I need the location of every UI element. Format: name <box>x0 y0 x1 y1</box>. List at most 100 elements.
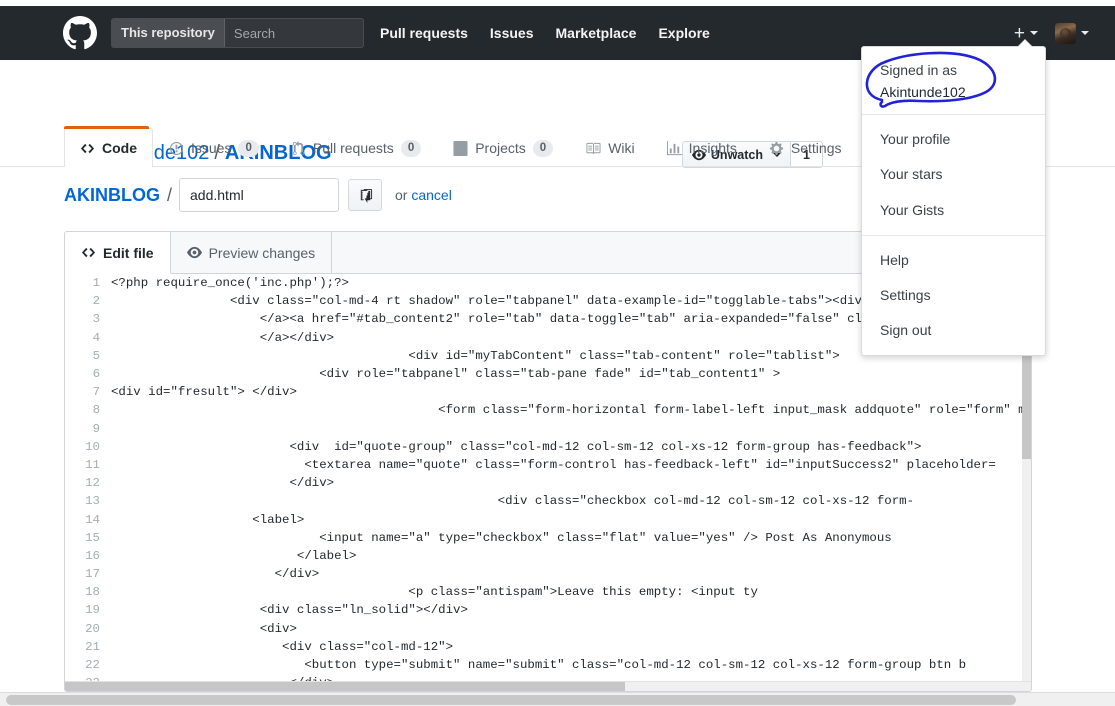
menu-item-settings[interactable]: Settings <box>862 278 1045 313</box>
signed-in-block: Signed in as Akintunde102 <box>862 47 1045 114</box>
line-number: 22 <box>65 658 111 672</box>
line-content[interactable]: </div> <box>111 567 1031 581</box>
code-line[interactable]: 6 <div role="tabpanel" class="tab-pane f… <box>65 365 1031 383</box>
repo-tab-issues[interactable]: Issues 0 <box>153 128 275 167</box>
menu-item-your-profile[interactable]: Your profile <box>862 122 1045 157</box>
page-horizontal-scrollbar[interactable] <box>0 692 1115 706</box>
line-content[interactable]: <div class="col-md-12"> <box>111 640 1031 654</box>
code-line[interactable]: 10 <div id="quote-group" class="col-md-1… <box>65 438 1031 456</box>
line-content[interactable]: <div> <box>111 622 1031 636</box>
line-number: 14 <box>65 513 111 527</box>
repo-tab-label: Insights <box>689 140 737 156</box>
scrollbar-thumb[interactable] <box>6 695 1016 705</box>
repo-tab-pull-requests[interactable]: Pull requests 0 <box>275 128 437 167</box>
repo-tab-projects[interactable]: Projects 0 <box>437 128 569 167</box>
file-repo-label[interactable]: AKINBLOG <box>64 185 160 206</box>
line-content[interactable]: <input name="a" type="checkbox" class="f… <box>111 531 1031 545</box>
tab-preview-changes[interactable]: Preview changes <box>171 232 333 273</box>
line-content[interactable]: <div class="ln_solid"></div> <box>111 603 1031 617</box>
avatar[interactable] <box>1055 23 1076 44</box>
line-number: 9 <box>65 422 111 436</box>
nav-explore[interactable]: Explore <box>658 25 709 41</box>
line-number: 15 <box>65 531 111 545</box>
code-line[interactable]: 12 </div> <box>65 474 1031 492</box>
search-bar[interactable]: This repository <box>111 18 364 48</box>
menu-item-your-stars[interactable]: Your stars <box>862 157 1045 192</box>
code-line[interactable]: 14 <label> <box>65 510 1031 528</box>
repo-tab-label: Projects <box>475 140 526 156</box>
gear-icon <box>769 141 784 156</box>
menu-item-your-gists[interactable]: Your Gists <box>862 193 1045 228</box>
repo-tab-wiki[interactable]: Wiki <box>569 128 650 167</box>
tab-edit-file[interactable]: Edit file <box>65 232 171 274</box>
file-path-row: AKINBLOG / or cancel <box>64 178 452 212</box>
line-content[interactable]: <form class="form-horizontal form-label-… <box>111 403 1031 417</box>
code-line[interactable]: 11 <textarea name="quote" class="form-co… <box>65 456 1031 474</box>
line-content[interactable]: <div id="fresult"> </div> <box>111 385 1031 399</box>
filename-input[interactable] <box>179 178 339 212</box>
line-content[interactable]: <p class="antispam">Leave this empty: <i… <box>111 585 1031 599</box>
user-dropdown-menu: Signed in as Akintunde102 Your profile Y… <box>861 46 1046 356</box>
repo-tab-insights[interactable]: Insights <box>651 128 753 167</box>
repo-tab-settings[interactable]: Settings <box>753 128 858 167</box>
line-content[interactable]: <div role="tabpanel" class="tab-pane fad… <box>111 367 1031 381</box>
editor-tab-label: Edit file <box>103 245 154 261</box>
code-line[interactable]: 9 <box>65 420 1031 438</box>
menu-item-help[interactable]: Help <box>862 243 1045 278</box>
eye-icon <box>187 245 202 260</box>
dropdown-group-system: Help Settings Sign out <box>862 236 1045 355</box>
line-number: 16 <box>65 549 111 563</box>
line-content[interactable]: </div> <box>111 476 1031 490</box>
nav-marketplace[interactable]: Marketplace <box>556 25 637 41</box>
issues-count: 0 <box>238 140 258 157</box>
line-content[interactable]: </label> <box>111 549 1031 563</box>
code-line[interactable]: 8 <form class="form-horizontal form-labe… <box>65 401 1031 419</box>
editor-tab-label: Preview changes <box>209 245 316 261</box>
nav-issues[interactable]: Issues <box>490 25 534 41</box>
code-line[interactable]: 7<div id="fresult"> </div> <box>65 383 1031 401</box>
code-line[interactable]: 22 <button type="submit" name="submit" c… <box>65 656 1031 674</box>
line-number: 8 <box>65 403 111 417</box>
line-content[interactable]: <textarea name="quote" class="form-contr… <box>111 458 1031 472</box>
primary-nav: Pull requests Issues Marketplace Explore <box>380 25 732 41</box>
repo-tab-code[interactable]: Code <box>64 128 153 167</box>
line-number: 6 <box>65 367 111 381</box>
code-line[interactable]: 13 <div class="checkbox col-md-12 col-sm… <box>65 492 1031 510</box>
line-content[interactable]: <label> <box>111 513 1031 527</box>
pull-requests-count: 0 <box>401 140 421 157</box>
code-line[interactable]: 21 <div class="col-md-12"> <box>65 638 1031 656</box>
user-menu[interactable] <box>1055 23 1089 44</box>
code-line[interactable]: 20 <div> <box>65 620 1031 638</box>
nav-pull-requests[interactable]: Pull requests <box>380 25 468 41</box>
dropdown-group-account: Your profile Your stars Your Gists <box>862 115 1045 234</box>
chevron-down-icon <box>1030 31 1038 35</box>
repo-tab-label: Code <box>102 140 137 156</box>
move-file-button[interactable] <box>348 179 382 211</box>
line-number: 2 <box>65 294 111 308</box>
code-icon <box>81 245 96 260</box>
line-content[interactable]: <button type="submit" name="submit" clas… <box>111 658 1031 672</box>
search-scope-label[interactable]: This repository <box>112 19 225 47</box>
or-label: or <box>395 187 407 203</box>
code-line[interactable]: 15 <input name="a" type="checkbox" class… <box>65 529 1031 547</box>
line-number: 18 <box>65 585 111 599</box>
line-number: 17 <box>65 567 111 581</box>
line-content[interactable]: <div class="checkbox col-md-12 col-sm-12… <box>111 494 1031 508</box>
code-line[interactable]: 19 <div class="ln_solid"></div> <box>65 601 1031 619</box>
line-number: 3 <box>65 312 111 326</box>
scrollbar-thumb[interactable] <box>65 682 625 692</box>
github-mark-icon[interactable] <box>63 16 97 50</box>
editor-horizontal-scrollbar[interactable] <box>65 681 1031 692</box>
search-input[interactable] <box>225 19 364 47</box>
code-line[interactable]: 17 </div> <box>65 565 1031 583</box>
menu-item-sign-out[interactable]: Sign out <box>862 313 1045 348</box>
line-content[interactable]: <div id="quote-group" class="col-md-12 c… <box>111 440 1031 454</box>
project-board-icon <box>453 141 468 156</box>
book-icon <box>585 141 601 156</box>
line-number: 4 <box>65 331 111 345</box>
cancel-link[interactable]: cancel <box>411 187 451 203</box>
file-move-icon <box>358 188 373 203</box>
code-line[interactable]: 16 </label> <box>65 547 1031 565</box>
line-number: 10 <box>65 440 111 454</box>
code-line[interactable]: 18 <p class="antispam">Leave this empty:… <box>65 583 1031 601</box>
